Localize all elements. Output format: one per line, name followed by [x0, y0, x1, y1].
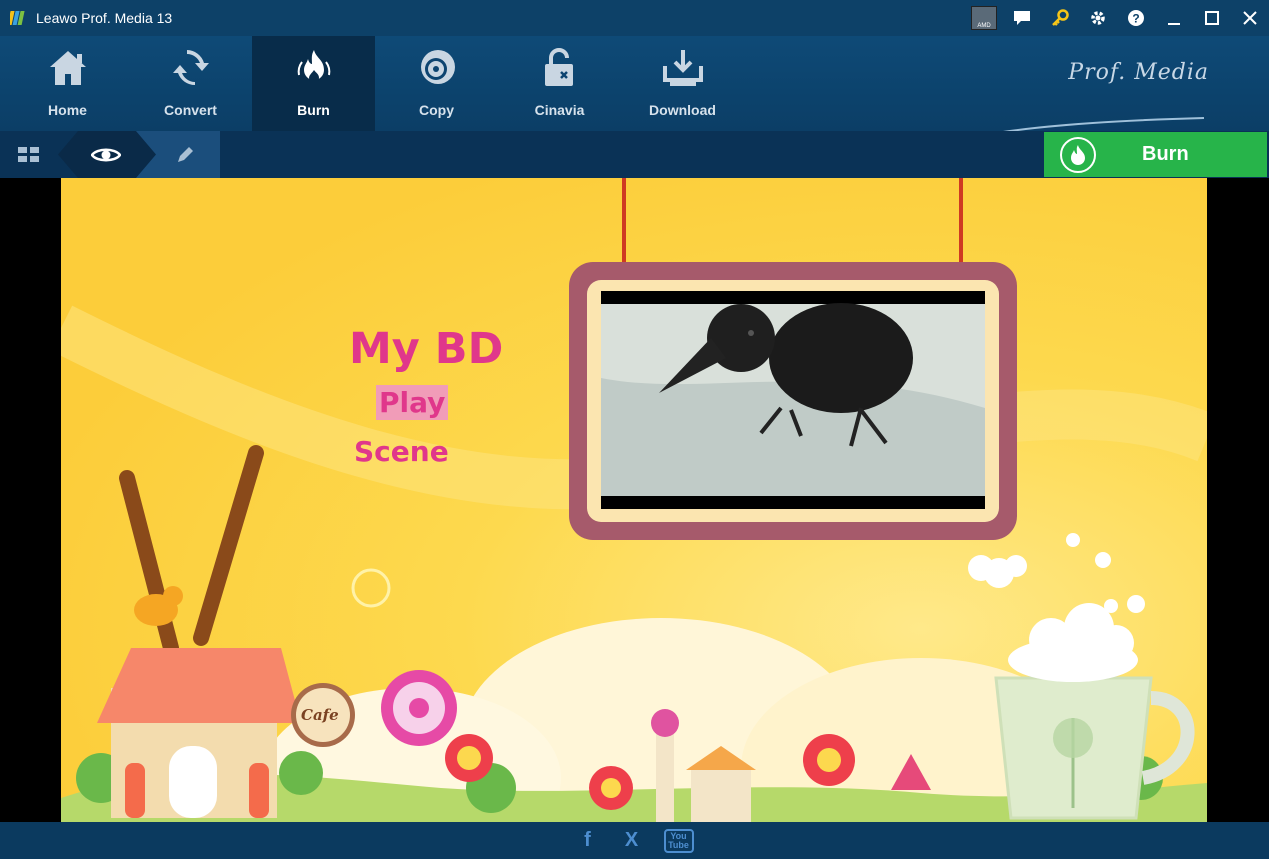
flame-icon [297, 50, 331, 83]
app-title: Leawo Prof. Media 13 [36, 10, 173, 26]
menu-scene-button[interactable]: Scene [354, 435, 449, 468]
menu-play-button[interactable]: Play [376, 385, 449, 420]
unlock-icon [545, 48, 573, 86]
footer: f X You Tube [0, 822, 1269, 859]
gpu-acceleration-icon[interactable]: AMD [965, 0, 1003, 36]
maximize-icon[interactable] [1193, 0, 1231, 36]
brand-logo: Prof. Media [1068, 60, 1209, 85]
x-icon[interactable]: X [620, 829, 644, 852]
register-key-icon[interactable] [1041, 0, 1079, 36]
minimize-icon[interactable] [1155, 0, 1193, 36]
feedback-icon[interactable] [1003, 0, 1041, 36]
home-icon [50, 51, 86, 85]
youtube-icon[interactable]: You Tube [663, 828, 694, 853]
nav-cinavia[interactable]: Cinavia [498, 36, 621, 131]
edit-tab[interactable] [160, 131, 210, 178]
menu-preview-area: My BD Play Scene Cafe [0, 178, 1269, 822]
burn-flame-icon [1060, 136, 1096, 173]
eye-icon [91, 148, 121, 161]
help-icon[interactable]: ? [1117, 0, 1155, 36]
close-icon[interactable] [1231, 0, 1269, 36]
convert-icon [173, 50, 209, 86]
svg-text:?: ? [1132, 12, 1139, 26]
burn-button[interactable]: Burn [1044, 132, 1267, 177]
nav-download[interactable]: Download [621, 36, 744, 131]
facebook-icon[interactable]: f [576, 829, 600, 852]
app-logo-icon [10, 11, 25, 25]
menu-background [61, 178, 1207, 822]
cafe-sign-text: Cafe [301, 706, 339, 724]
video-frame [569, 262, 1017, 540]
disc-icon [421, 50, 455, 84]
download-icon [663, 50, 703, 86]
nav-burn[interactable]: Burn [252, 36, 375, 131]
grid-view-tab[interactable] [0, 131, 58, 178]
preview-tab[interactable] [78, 131, 134, 178]
grid-icon [18, 146, 39, 162]
nav-home[interactable]: Home [6, 36, 129, 131]
title-bar: Leawo Prof. Media 13 AMD ? [0, 0, 1269, 36]
nav-copy[interactable]: Copy [375, 36, 498, 131]
pencil-icon [178, 146, 193, 162]
settings-gear-icon[interactable] [1079, 0, 1117, 36]
disc-menu-canvas: My BD Play Scene Cafe [61, 178, 1207, 822]
menu-title: My BD [349, 324, 504, 374]
main-nav: Home Convert Burn Copy Cinavia Download … [0, 36, 1269, 135]
nav-convert[interactable]: Convert [129, 36, 252, 131]
cafe-house [97, 648, 301, 818]
